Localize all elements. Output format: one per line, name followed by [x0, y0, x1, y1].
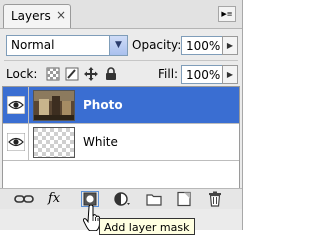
fill-slider-button[interactable]: ▶	[222, 65, 238, 84]
fill-value: 100%	[186, 68, 221, 82]
opacity-field[interactable]: 100%	[181, 36, 223, 55]
opacity-slider-button[interactable]: ▶	[222, 36, 238, 55]
delete-layer-icon[interactable]	[206, 191, 224, 207]
divider	[4, 60, 238, 61]
opacity-label: Opacity:	[132, 38, 182, 52]
new-group-icon[interactable]	[145, 191, 163, 207]
tab-layers[interactable]: Layers ×	[3, 4, 71, 28]
eye-icon[interactable]	[7, 96, 25, 114]
panel-menu-button[interactable]: ▶≡	[218, 6, 236, 22]
adjustment-layer-icon[interactable]	[113, 191, 131, 207]
fx-icon[interactable]: fx	[48, 191, 68, 207]
link-layers-icon[interactable]	[14, 191, 34, 207]
fill-field[interactable]: 100%	[181, 65, 223, 84]
new-layer-icon[interactable]	[175, 191, 193, 207]
layers-panel: Layers × ▶≡ Normal ▼ Opacity: 100% ▶ Loc…	[0, 0, 243, 230]
opacity-value: 100%	[186, 39, 221, 53]
layer-name: White	[83, 135, 118, 149]
layer-row-white[interactable]: White	[3, 124, 239, 161]
fill-label: Fill:	[158, 67, 179, 81]
chevron-down-icon[interactable]: ▼	[109, 36, 127, 55]
bottom-toolbar: fx	[0, 188, 242, 209]
layer-thumbnail-photo	[33, 90, 75, 121]
lock-image-pixels-icon[interactable]	[65, 67, 79, 81]
tab-label: Layers	[11, 9, 51, 23]
close-icon[interactable]: ×	[56, 8, 66, 22]
lock-label: Lock:	[6, 67, 38, 81]
tooltip: Add layer mask	[99, 218, 195, 235]
blend-mode-select[interactable]: Normal ▼	[6, 35, 128, 56]
blend-mode-value: Normal	[11, 38, 55, 52]
layer-name: Photo	[83, 98, 123, 112]
divider	[28, 124, 29, 160]
layers-list: Photo White	[2, 86, 240, 190]
tab-bar: Layers × ▶≡	[0, 0, 242, 29]
divider	[28, 87, 29, 123]
lock-all-icon[interactable]	[104, 67, 118, 81]
layer-thumbnail-white	[33, 127, 75, 158]
eye-icon[interactable]	[7, 133, 25, 151]
layer-row-photo[interactable]: Photo	[3, 87, 239, 124]
lock-transparent-pixels-icon[interactable]	[46, 67, 60, 81]
lock-position-icon[interactable]	[84, 67, 98, 81]
